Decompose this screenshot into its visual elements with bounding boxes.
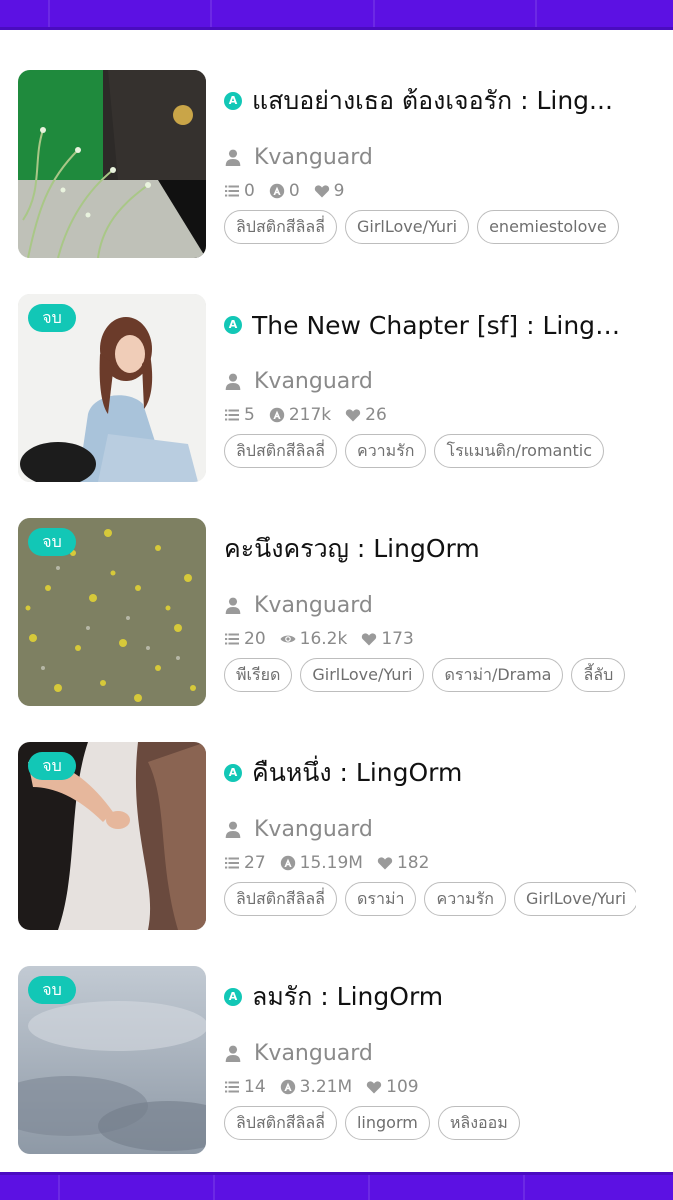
story-title[interactable]: แสบอย่างเธอ ต้องเจอรัก : Ling... [252,81,613,121]
like-count: 109 [366,1077,419,1097]
tag-chip[interactable]: ความรัก [424,882,506,916]
author-name[interactable]: Kvanguard [254,369,373,394]
user-icon [225,1045,241,1062]
tag-chip[interactable]: ดราม่า/Drama [432,658,564,692]
reader-icon [280,1079,295,1095]
chapter-count: 5 [224,405,255,425]
author-name[interactable]: Kvanguard [254,145,373,170]
tag-chip[interactable]: โรแมนติก/romantic [434,434,604,468]
tag-chip[interactable]: enemiestolove [477,210,619,244]
completed-badge: จบ [28,752,76,780]
tag-chip[interactable]: ลิปสติกสีลิลลี่ [224,882,337,916]
heart-icon [345,409,361,422]
story-cover-image[interactable]: จบ [18,966,206,1154]
story-card[interactable]: จบ A คืนหนึ่ง : LingOrm Kvanguard 27 15.… [0,742,673,932]
top-status-bar [0,0,673,30]
story-title[interactable]: คืนหนึ่ง : LingOrm [252,753,462,793]
list-icon [225,633,239,645]
story-cover-image[interactable] [18,70,206,258]
author-name[interactable]: Kvanguard [254,593,373,618]
completed-badge: จบ [28,304,76,332]
tag-chip[interactable]: ลิปสติกสีลิลลี่ [224,210,337,244]
list-icon [225,185,239,197]
like-count: 26 [345,405,387,425]
reader-icon [280,855,295,871]
tag-list: ลิปสติกสีลิลลี่ ความรัก โรแมนติก/romantic [224,434,636,470]
completed-badge: จบ [28,528,76,556]
list-icon [225,409,239,421]
story-cover-image[interactable]: จบ [18,518,206,706]
story-stats: 0 0 9 [224,180,358,202]
tag-chip[interactable]: พีเรียด [224,658,293,692]
tag-chip[interactable]: หลิงออม [437,1106,520,1140]
author-row[interactable]: Kvanguard [224,815,373,843]
eye-icon [280,635,296,643]
tag-chip[interactable]: ลิปสติกสีลิลลี่ [224,434,337,468]
chapter-count: 27 [224,853,266,873]
author-row[interactable]: Kvanguard [224,143,373,171]
story-card[interactable]: จบ A The New Chapter [sf] : LingO... Kva… [0,294,673,484]
tag-chip[interactable]: ดราม่า [344,882,417,916]
tag-chip[interactable]: ลี้ลับ [571,658,626,692]
story-stats: 27 15.19M 182 [224,852,443,874]
view-count: 3.21M [280,1077,352,1097]
tag-chip[interactable]: GirlLove/Yuri [344,210,470,244]
author-row[interactable]: Kvanguard [224,1039,373,1067]
story-stats: 20 16.2k 173 [224,628,428,650]
tag-list: พีเรียด GirlLove/Yuri ดราม่า/Drama ลี้ลับ [224,658,636,694]
user-icon [225,149,241,166]
heart-icon [367,1081,382,1094]
tag-chip[interactable]: GirlLove/Yuri [300,658,425,692]
heart-icon [362,633,377,646]
user-icon [225,597,241,614]
chapter-count: 14 [224,1077,266,1097]
story-title[interactable]: ลมรัก : LingOrm [252,977,443,1017]
story-stats: 14 3.21M 109 [224,1076,433,1098]
completed-badge: จบ [28,976,76,1004]
tag-chip[interactable]: ความรัก [344,434,427,468]
author-row[interactable]: Kvanguard [224,591,373,619]
author-row[interactable]: Kvanguard [224,367,373,395]
verified-icon: A [224,316,242,334]
cover-art [18,70,206,258]
verified-icon: A [224,764,242,782]
author-name[interactable]: Kvanguard [254,817,373,842]
like-count: 182 [377,853,429,873]
heart-icon [377,857,393,870]
user-icon [225,821,241,838]
story-title[interactable]: The New Chapter [sf] : LingO... [252,311,636,340]
chapter-count: 0 [224,181,255,201]
view-count: 16.2k [280,629,347,649]
view-count: 15.19M [280,853,363,873]
author-name[interactable]: Kvanguard [254,1041,373,1066]
like-count: 173 [361,629,414,649]
tag-list: ลิปสติกสีลิลลี่ lingorm หลิงออม [224,1106,636,1142]
view-count: 0 [269,181,300,201]
story-stats: 5 217k 26 [224,404,401,426]
bottom-nav-bar [0,1172,673,1200]
heart-icon [314,185,329,198]
list-icon [225,1081,239,1093]
verified-icon: A [224,988,242,1006]
chapter-count: 20 [224,629,266,649]
reader-icon [269,183,285,199]
tag-chip[interactable]: GirlLove/Yuri [513,882,636,916]
view-count: 217k [269,405,331,425]
tag-chip[interactable]: lingorm [344,1106,430,1140]
user-icon [225,373,241,390]
tag-list: ลิปสติกสีลิลลี่ GirlLove/Yuri enemiestolov… [224,210,636,246]
verified-icon: A [224,92,242,110]
story-card[interactable]: จบ คะนึงครวญ : LingOrm Kvanguard 20 16.2… [0,518,673,708]
story-card[interactable]: A แสบอย่างเธอ ต้องเจอรัก : Ling... Kvang… [0,70,673,260]
like-count: 9 [314,181,344,201]
tag-list: ลิปสติกสีลิลลี่ ดราม่า ความรัก GirlLove/Yur… [224,882,636,918]
tag-chip[interactable]: ลิปสติกสีลิลลี่ [224,1106,337,1140]
story-cover-image[interactable]: จบ [18,742,206,930]
story-card[interactable]: จบ A ลมรัก : LingOrm Kvanguard 14 3.21M … [0,966,673,1156]
story-title[interactable]: คะนึงครวญ : LingOrm [224,529,480,569]
list-icon [225,857,239,869]
reader-icon [269,407,285,423]
story-cover-image[interactable]: จบ [18,294,206,482]
